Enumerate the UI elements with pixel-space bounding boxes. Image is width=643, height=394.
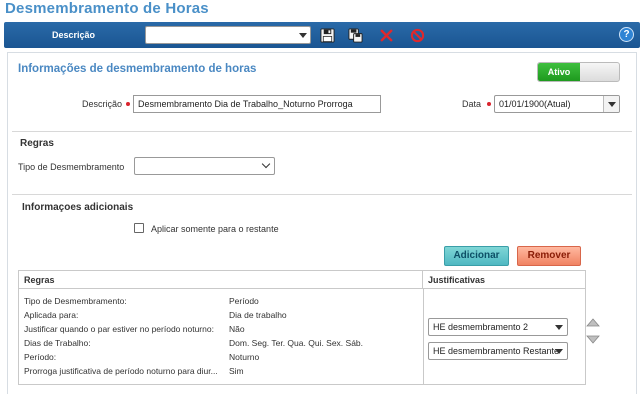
tipo-desmembramento-label: Tipo de Desmembramento: [18, 162, 125, 172]
column-separator: [423, 289, 424, 384]
main-panel: Informações de desmembramento de horas A…: [7, 52, 637, 394]
move-down-icon[interactable]: [586, 335, 600, 345]
save-copy-icon: [347, 27, 363, 43]
table-row-value: Período: [229, 296, 259, 306]
apply-remaining-checkbox[interactable]: [134, 223, 144, 233]
page-title: Desmembramento de Horas: [5, 0, 209, 17]
date-select[interactable]: 01/01/1900(Atual): [494, 95, 620, 113]
table-row-label: Tipo de Desmembramento:: [24, 296, 127, 306]
justification-value: HE desmembramento Restante: [433, 346, 560, 356]
table-row-value: Dia de trabalho: [229, 310, 287, 320]
chevron-down-icon: [299, 33, 307, 38]
table-row-value: Noturno: [229, 352, 260, 362]
required-indicator: [487, 102, 491, 106]
date-value: 01/01/1900(Atual): [499, 99, 571, 109]
delete-button[interactable]: [377, 26, 395, 44]
save-icon: [319, 27, 335, 43]
chevron-down-icon: [261, 159, 271, 169]
move-up-icon[interactable]: [586, 317, 600, 327]
help-icon[interactable]: ?: [619, 27, 634, 42]
table-row-label: Período:: [24, 352, 57, 362]
add-button[interactable]: Adicionar: [444, 246, 509, 266]
toolbar: Descrição ?: [4, 22, 640, 48]
description-field[interactable]: Desmembramento Dia de Trabalho_Noturno P…: [133, 95, 381, 113]
description-label: Descrição: [82, 99, 123, 109]
justification-select-2[interactable]: HE desmembramento Restante: [428, 342, 568, 360]
table-row-label: Justificar quando o par estiver no perío…: [24, 324, 214, 334]
table-row-label: Aplicada para:: [24, 310, 79, 320]
chevron-down-icon[interactable]: [603, 96, 619, 112]
active-toggle[interactable]: Ativo: [537, 62, 620, 82]
remove-button[interactable]: Remover: [517, 246, 581, 266]
delete-icon: [380, 29, 392, 41]
table-row-label: Dias de Trabalho:: [24, 338, 91, 348]
justification-value: HE desmembramento 2: [433, 322, 529, 332]
apply-remaining-label: Aplicar somente para o restante: [151, 224, 279, 234]
date-label: Data: [462, 99, 482, 109]
cancel-button[interactable]: [408, 26, 426, 44]
grid-header-rules: Regras: [19, 271, 423, 289]
table-row-value: Não: [229, 324, 245, 334]
cancel-icon: [410, 28, 424, 42]
chevron-down-icon: [555, 325, 563, 330]
tipo-desmembramento-select[interactable]: [134, 157, 275, 175]
divider: [12, 131, 632, 132]
table-row-label: Prorroga justificativa de período noturn…: [24, 366, 218, 376]
section-title: Informações de desmembramento de horas: [18, 63, 257, 75]
toolbar-description-select[interactable]: [145, 26, 311, 44]
table-row-value: Dom. Seg. Ter. Qua. Qui. Sex. Sáb.: [229, 338, 364, 348]
regras-title: Regras: [20, 138, 54, 149]
info-title: Informaçoes adicionais: [22, 202, 134, 213]
save-copy-button[interactable]: [346, 26, 364, 44]
divider: [12, 194, 632, 195]
required-indicator: [126, 102, 130, 106]
justification-select-1[interactable]: HE desmembramento 2: [428, 318, 568, 336]
save-button[interactable]: [318, 26, 336, 44]
rules-grid: Regras Justificativas Tipo de Desmembram…: [18, 270, 586, 385]
grid-header-justifications: Justificativas: [423, 271, 585, 289]
toolbar-description-label: Descrição: [52, 30, 96, 40]
chevron-down-icon: [555, 349, 563, 354]
active-toggle-label: Ativo: [538, 63, 580, 81]
table-row-value: Sim: [229, 366, 244, 376]
